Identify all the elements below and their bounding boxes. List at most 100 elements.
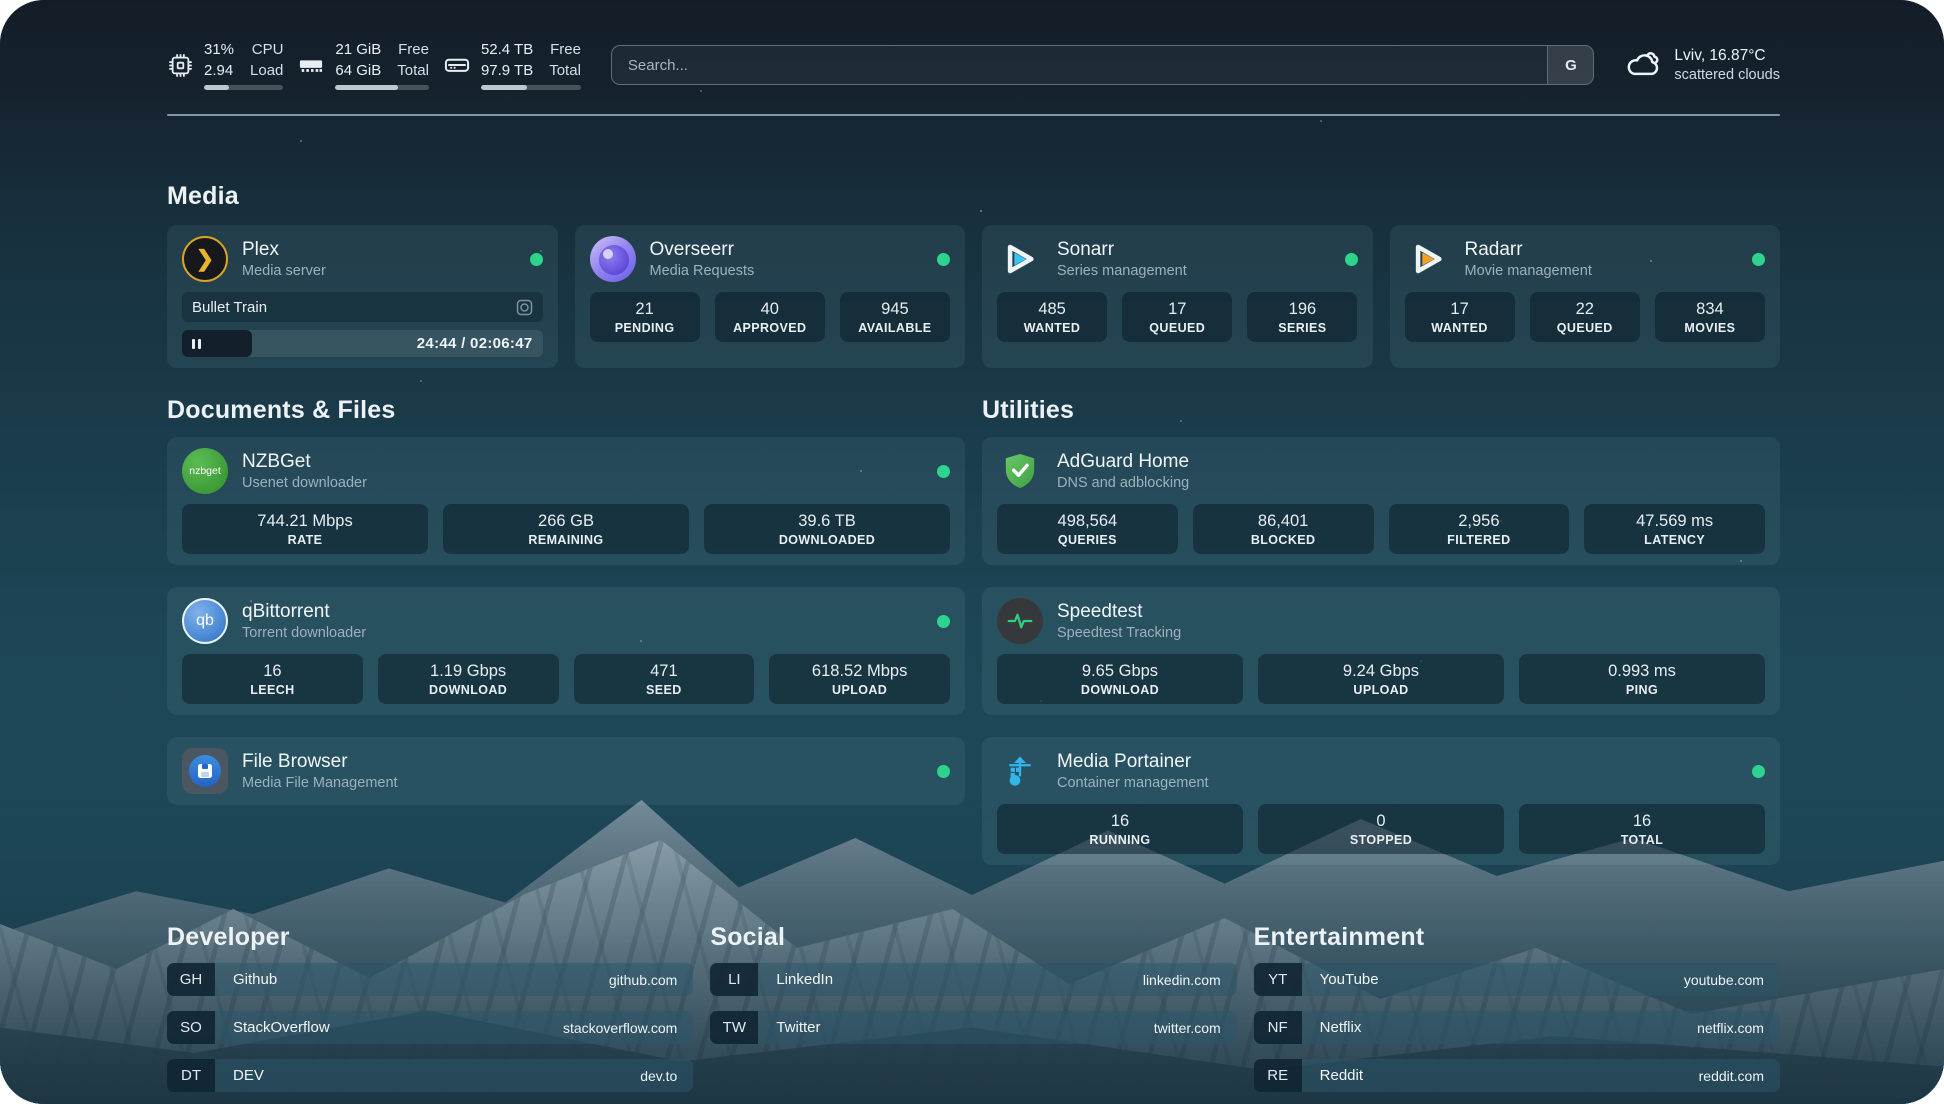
stat-rate: 744.21 Mbps RATE bbox=[182, 504, 428, 554]
filebrowser-card[interactable]: File Browser Media File Management bbox=[167, 737, 965, 805]
bookmark-netflix[interactable]: NF Netflix netflix.com bbox=[1254, 1011, 1780, 1044]
now-playing-row: Bullet Train bbox=[182, 292, 543, 322]
stat-value: 0.993 ms bbox=[1608, 662, 1676, 681]
bookmark-url: linkedin.com bbox=[1143, 963, 1237, 996]
stat-value: 9.65 Gbps bbox=[1082, 662, 1158, 681]
stat-label: LEECH bbox=[250, 683, 294, 697]
bookmark-reddit[interactable]: RE Reddit reddit.com bbox=[1254, 1059, 1780, 1092]
bookmark-dev[interactable]: DT DEV dev.to bbox=[167, 1059, 693, 1092]
stat-label: PING bbox=[1626, 683, 1658, 697]
stat-value: 498,564 bbox=[1058, 512, 1118, 531]
stat-label: WANTED bbox=[1431, 321, 1488, 335]
stat-label: WANTED bbox=[1024, 321, 1081, 335]
weather-widget[interactable]: Lviv, 16.87°C scattered clouds bbox=[1624, 47, 1780, 84]
radarr-stats: 17 WANTED 22 QUEUED 834 MOVIES bbox=[1405, 292, 1766, 342]
cpu-progress-bar bbox=[204, 85, 283, 90]
adguard-icon bbox=[997, 448, 1043, 494]
card-subtitle: Speedtest Tracking bbox=[1057, 625, 1765, 641]
bookmark-abbr: NF bbox=[1254, 1011, 1302, 1044]
utilities-section: Utilities bbox=[982, 396, 1780, 865]
stat-wanted: 485 WANTED bbox=[997, 292, 1107, 342]
playback-progress-bar[interactable]: 24:44 / 02:06:47 bbox=[182, 330, 543, 357]
qbittorrent-icon: qb bbox=[182, 598, 228, 644]
stat-label: FILTERED bbox=[1447, 533, 1510, 547]
bookmark-name: LinkedIn bbox=[758, 963, 833, 996]
section-title-utilities: Utilities bbox=[982, 396, 1780, 425]
disk-free-label: Free bbox=[549, 40, 581, 59]
stat-value: 16 bbox=[1111, 812, 1129, 831]
adguard-card[interactable]: AdGuard Home DNS and adblocking 498,564 … bbox=[982, 437, 1780, 565]
bookmark-name: Github bbox=[215, 963, 277, 996]
stat-value: 618.52 Mbps bbox=[812, 662, 907, 681]
overseerr-card[interactable]: Overseerr Media Requests 21 PENDING 40 A… bbox=[575, 225, 966, 368]
bookmark-url: netflix.com bbox=[1697, 1011, 1780, 1044]
stat-value: 39.6 TB bbox=[798, 512, 855, 531]
bookmark-github[interactable]: GH Github github.com bbox=[167, 963, 693, 996]
card-subtitle: Media File Management bbox=[242, 775, 923, 791]
documents-section: Documents & Files nzbget NZBGet Usenet d… bbox=[167, 396, 965, 865]
stat-ping: 0.993 ms PING bbox=[1519, 654, 1765, 704]
portainer-card[interactable]: Media Portainer Container management 16 … bbox=[982, 737, 1780, 865]
overseerr-stats: 21 PENDING 40 APPROVED 945 AVAILABLE bbox=[590, 292, 951, 342]
bookmark-name: StackOverflow bbox=[215, 1011, 330, 1044]
media-cards: Plex Media server Bullet Train bbox=[167, 225, 1780, 368]
developer-section: Developer GH Github github.com SO StackO… bbox=[167, 923, 693, 1092]
card-subtitle: Series management bbox=[1057, 263, 1331, 279]
stat-wanted: 17 WANTED bbox=[1405, 292, 1515, 342]
card-title: AdGuard Home bbox=[1057, 451, 1765, 473]
bookmark-linkedin[interactable]: LI LinkedIn linkedin.com bbox=[710, 963, 1236, 996]
bookmark-url: github.com bbox=[609, 963, 693, 996]
stat-value: 21 bbox=[635, 300, 653, 319]
stat-label: DOWNLOAD bbox=[1081, 683, 1159, 697]
bookmark-twitter[interactable]: TW Twitter twitter.com bbox=[710, 1011, 1236, 1044]
stat-running: 16 RUNNING bbox=[997, 804, 1243, 854]
speedtest-card[interactable]: Speedtest Speedtest Tracking 9.65 Gbps D… bbox=[982, 587, 1780, 715]
stat-approved: 40 APPROVED bbox=[715, 292, 825, 342]
plex-icon bbox=[182, 236, 228, 282]
bookmark-stackoverflow[interactable]: SO StackOverflow stackoverflow.com bbox=[167, 1011, 693, 1044]
plex-card[interactable]: Plex Media server Bullet Train bbox=[167, 225, 558, 368]
stat-remaining: 266 GB REMAINING bbox=[443, 504, 689, 554]
stat-label: UPLOAD bbox=[1353, 683, 1408, 697]
stat-download: 1.19 Gbps DOWNLOAD bbox=[378, 654, 559, 704]
top-bar: 31% CPU 2.94 Load bbox=[167, 0, 1780, 100]
section-title-documents: Documents & Files bbox=[167, 396, 965, 425]
bookmark-youtube[interactable]: YT YouTube youtube.com bbox=[1254, 963, 1780, 996]
dashboard-window: 31% CPU 2.94 Load bbox=[0, 0, 1944, 1104]
card-subtitle: Media Requests bbox=[650, 263, 924, 279]
qbittorrent-card[interactable]: qb qBittorrent Torrent downloader 16 LEE… bbox=[167, 587, 965, 715]
cpu-load-value: 2.94 bbox=[204, 61, 234, 80]
pause-icon[interactable] bbox=[192, 339, 201, 349]
sonarr-card[interactable]: Sonarr Series management 485 WANTED 17 Q… bbox=[982, 225, 1373, 368]
memory-icon bbox=[297, 51, 325, 79]
cpu-icon bbox=[167, 52, 194, 79]
memory-free-value: 21 GiB bbox=[335, 40, 381, 59]
stat-leech: 16 LEECH bbox=[182, 654, 363, 704]
search-engine-button[interactable]: G bbox=[1547, 46, 1593, 84]
stat-value: 22 bbox=[1576, 300, 1594, 319]
stat-filtered: 2,956 FILTERED bbox=[1389, 504, 1570, 554]
stat-stopped: 0 STOPPED bbox=[1258, 804, 1504, 854]
bookmark-url: dev.to bbox=[640, 1059, 693, 1092]
memory-total-label: Total bbox=[397, 61, 429, 80]
bookmark-abbr: GH bbox=[167, 963, 215, 996]
playback-time: 24:44 / 02:06:47 bbox=[417, 330, 533, 357]
stat-label: APPROVED bbox=[733, 321, 806, 335]
screen-icon[interactable] bbox=[516, 299, 533, 316]
radarr-card[interactable]: Radarr Movie management 17 WANTED 22 QUE… bbox=[1390, 225, 1781, 368]
status-online-dot bbox=[1345, 253, 1358, 266]
nzbget-card[interactable]: nzbget NZBGet Usenet downloader 744.21 M… bbox=[167, 437, 965, 565]
nzbget-stats: 744.21 Mbps RATE 266 GB REMAINING 39.6 T… bbox=[182, 504, 950, 554]
stat-pending: 21 PENDING bbox=[590, 292, 700, 342]
portainer-stats: 16 RUNNING 0 STOPPED 16 TOTAL bbox=[997, 804, 1765, 854]
stat-label: LATENCY bbox=[1644, 533, 1705, 547]
card-title: Sonarr bbox=[1057, 239, 1331, 261]
card-subtitle: Movie management bbox=[1465, 263, 1739, 279]
bookmark-abbr: TW bbox=[710, 1011, 758, 1044]
stat-value: 47.569 ms bbox=[1636, 512, 1713, 531]
status-online-dot bbox=[937, 253, 950, 266]
bookmark-abbr: DT bbox=[167, 1059, 215, 1092]
search-input[interactable] bbox=[612, 46, 1548, 84]
card-subtitle: Usenet downloader bbox=[242, 475, 923, 491]
stat-value: 9.24 Gbps bbox=[1343, 662, 1419, 681]
